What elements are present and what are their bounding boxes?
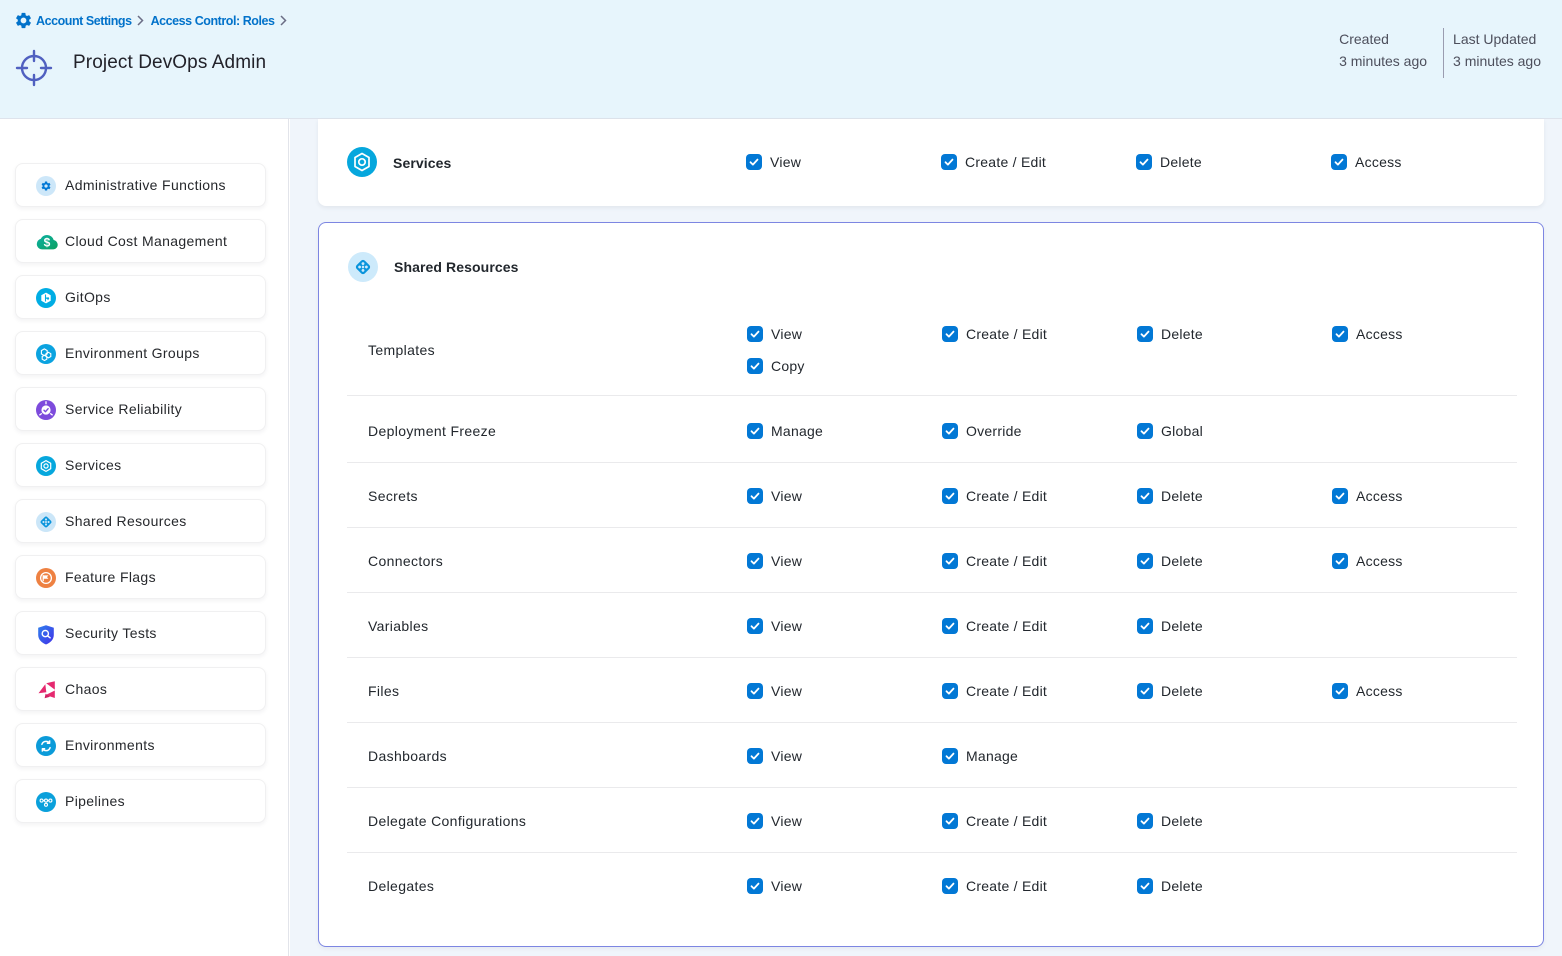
svg-text:$: $	[44, 236, 51, 250]
